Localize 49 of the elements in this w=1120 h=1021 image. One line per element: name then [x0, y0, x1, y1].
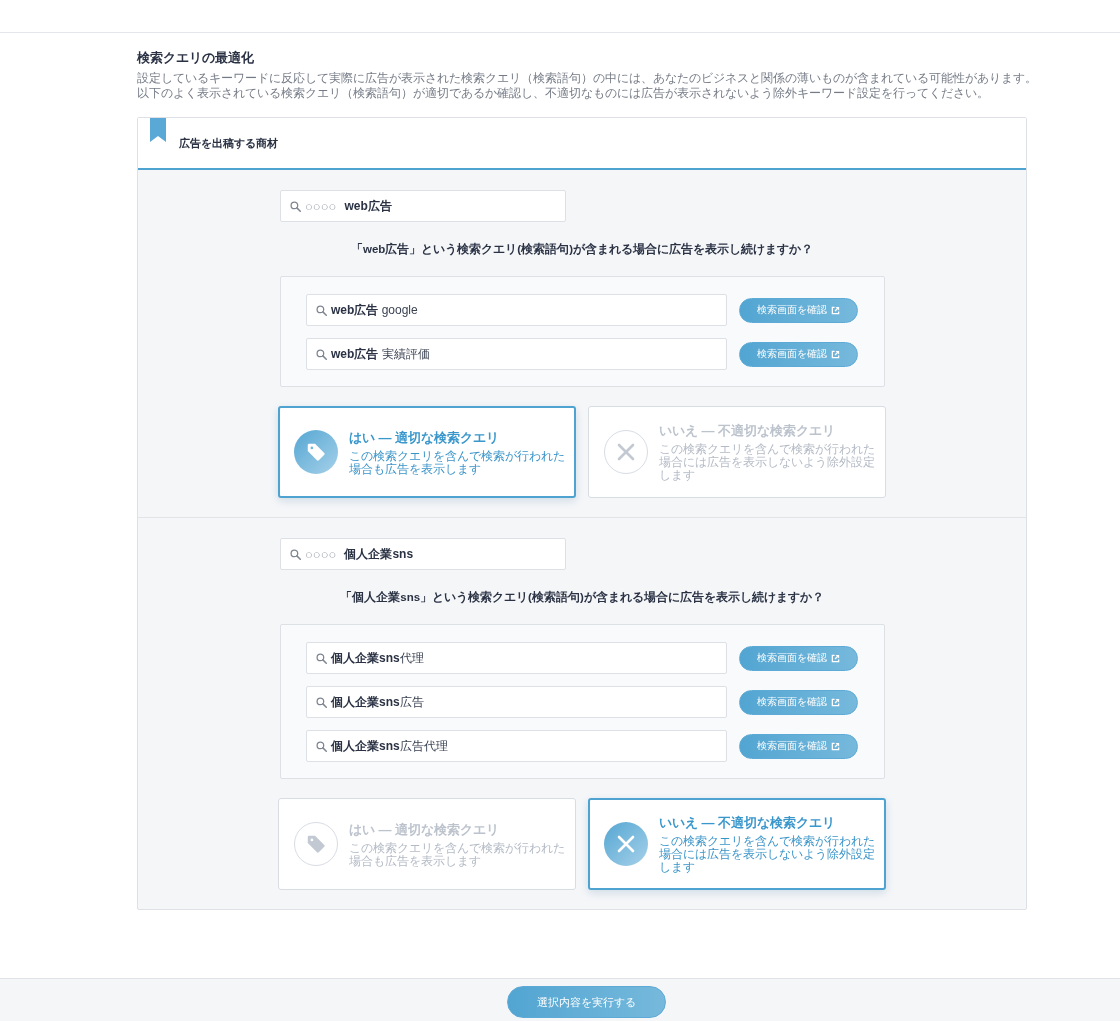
tag-icon: [294, 430, 338, 474]
query-prefix: ○○○○: [305, 198, 337, 214]
question-text: 「web広告」という検索クエリ(検索語句)が含まれる場合に広告を表示し続けますか？: [350, 241, 814, 258]
choice-title: はい — 適切な検索クエリ: [349, 820, 500, 839]
page-title: 検索クエリの最適化: [137, 49, 255, 67]
search-icon: [316, 740, 327, 752]
choice-description: この検索クエリを含んで検索が行われた場合も広告を表示します: [349, 449, 566, 476]
choice-card[interactable]: いいえ — 不適切な検索クエリ この検索クエリを含んで検索が行われた場合には広告を表示しないよう除外設定します: [588, 406, 886, 498]
close-icon: [604, 430, 648, 474]
query-text: 個人企業sns代理: [331, 649, 424, 667]
choice-title: はい — 適切な検索クエリ: [349, 428, 500, 447]
external-link-icon: [831, 741, 840, 751]
query-text: 個人企業sns広告: [331, 693, 424, 711]
card-title: 広告を出稿する商材: [179, 135, 278, 151]
choice-card[interactable]: いいえ — 不適切な検索クエリ この検索クエリを含んで検索が行われた場合には広告を表示しないよう除外設定します: [588, 798, 886, 890]
check-search-button[interactable]: 検索画面を確認: [739, 689, 858, 715]
external-link-icon: [831, 697, 840, 707]
choice-title: いいえ — 不適切な検索クエリ: [659, 814, 836, 832]
query-text: web広告 google: [331, 301, 418, 319]
choice-description: この検索クエリを含んで検索が行われた場合も広告を表示します: [349, 841, 566, 868]
query-text: 個人企業sns広告代理: [331, 737, 448, 755]
external-link-icon: [831, 653, 840, 663]
execute-button[interactable]: 選択内容を実行する: [507, 986, 666, 1018]
description-text: 以下のよく表示されている検索クエリ（検索語句）が適切であるか確認し、不適切なものには広告が表示されないよう除外キーワード設定を行ってください。: [137, 86, 990, 101]
check-search-button[interactable]: 検索画面を確認: [739, 733, 858, 759]
search-icon: [316, 696, 327, 708]
description-text: 設定しているキーワードに反応して実際に広告が表示された検索クエリ（検索語句）の中には、あなたのビジネスと関係の薄いものが含まれている可能性があります。: [137, 71, 1027, 86]
search-icon: [316, 348, 327, 360]
query-prefix: ○○○○: [305, 546, 337, 562]
close-icon: [604, 822, 648, 866]
check-search-button[interactable]: 検索画面を確認: [739, 341, 858, 367]
external-link-icon: [831, 349, 840, 359]
search-icon: [316, 304, 327, 316]
choice-title: いいえ — 不適切な検索クエリ: [659, 422, 836, 440]
external-link-icon: [831, 305, 840, 315]
choice-card[interactable]: はい — 適切な検索クエリ この検索クエリを含んで検索が行われた場合も広告を表示します: [278, 798, 576, 890]
search-icon: [290, 200, 301, 212]
check-search-button[interactable]: 検索画面を確認: [739, 645, 858, 671]
query-text: web広告 実績評価: [331, 345, 430, 363]
question-text: 「個人企業sns」という検索クエリ(検索語句)が含まれる場合に広告を表示し続けますか？: [339, 589, 825, 606]
tag-icon: [294, 822, 338, 866]
search-icon: [290, 548, 301, 560]
query-keyword: web広告: [344, 197, 392, 215]
check-search-button[interactable]: 検索画面を確認: [739, 297, 858, 323]
search-icon: [316, 652, 327, 664]
choice-card[interactable]: はい — 適切な検索クエリ この検索クエリを含んで検索が行われた場合も広告を表示します: [278, 406, 576, 498]
choice-description: この検索クエリを含んで検索が行われた場合には広告を表示しないよう除外設定します: [659, 443, 876, 482]
choice-description: この検索クエリを含んで検索が行われた場合には広告を表示しないよう除外設定します: [659, 835, 876, 874]
query-keyword: 個人企業sns: [344, 545, 414, 563]
